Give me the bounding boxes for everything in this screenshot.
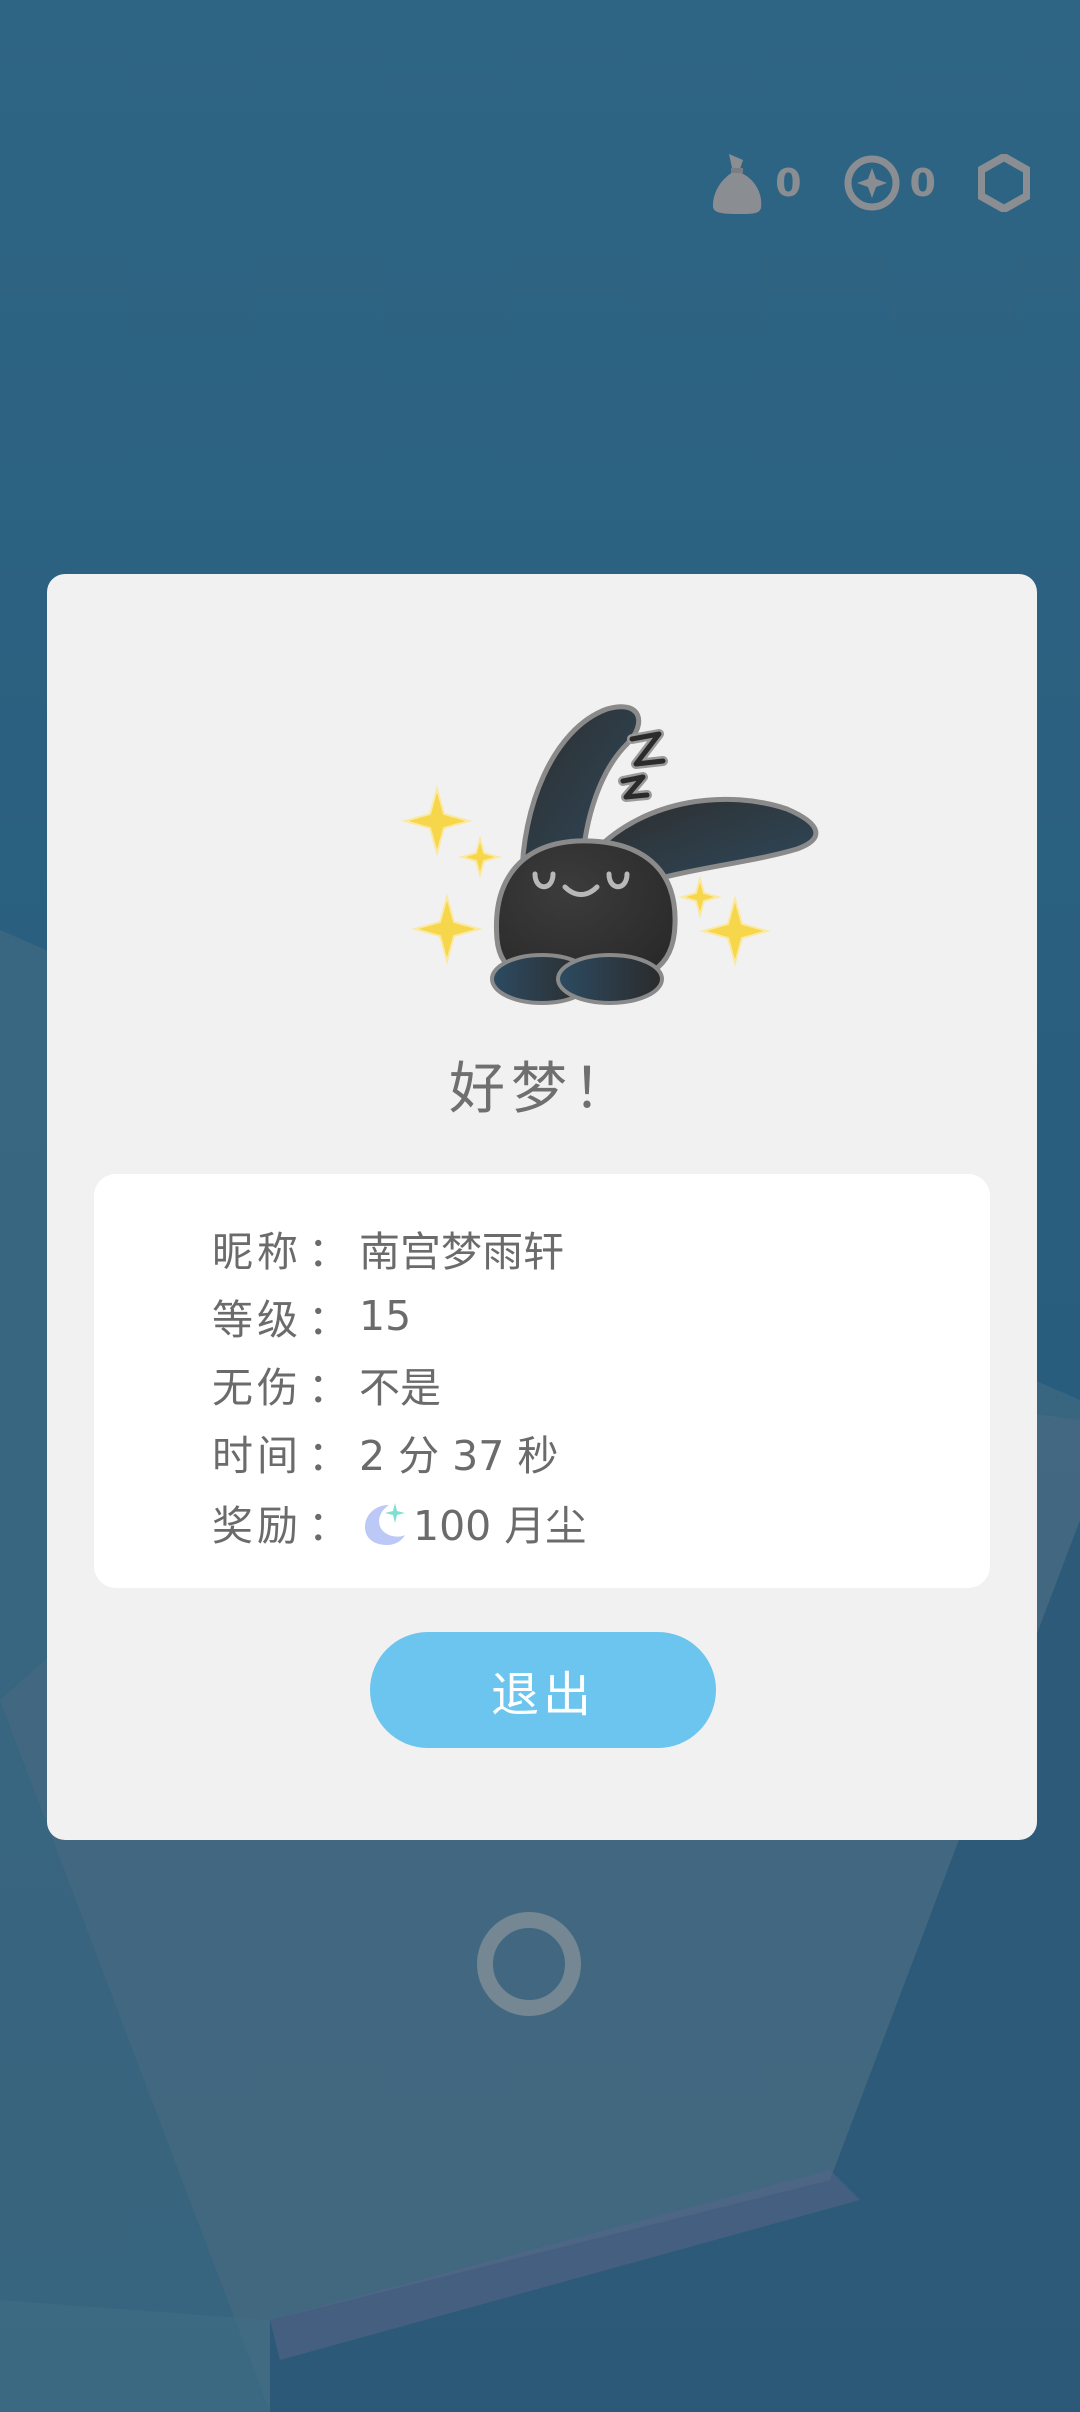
- reward-row: 奖励 ： 100 月尘: [212, 1492, 586, 1552]
- sleep-result-screen: 0 0 好梦！ 昵称 ： 南宫梦雨轩 等级 ： 15 无伤 ： 不是 时间 ： …: [0, 0, 1080, 2412]
- coin-icon: [844, 155, 900, 211]
- time-separator: ：: [308, 1432, 349, 1480]
- level-label: 等级: [212, 1296, 302, 1344]
- coin-count: 0: [909, 161, 936, 205]
- reward-label: 奖励: [212, 1502, 302, 1550]
- bag-icon: [713, 154, 762, 214]
- reward-value: 100 月尘: [413, 1502, 587, 1550]
- no-damage-value: 不是: [359, 1364, 441, 1412]
- nickname-row: 昵称 ： 南宫梦雨轩: [212, 1218, 564, 1278]
- bag-count: 0: [775, 161, 802, 205]
- exit-button[interactable]: 退出: [370, 1632, 716, 1748]
- reward-separator: ：: [308, 1502, 349, 1550]
- top-hud: 0 0: [709, 150, 1030, 216]
- no-damage-label: 无伤: [212, 1364, 302, 1412]
- level-value: 15: [359, 1292, 412, 1340]
- moon-dust-icon: [365, 1503, 405, 1545]
- time-row: 时间 ： 2 分 37 秒: [212, 1422, 558, 1482]
- settings-hexagon-icon: [978, 154, 1030, 212]
- time-label: 时间: [212, 1432, 302, 1480]
- no-damage-separator: ：: [308, 1364, 349, 1412]
- sleeping-bunny-illustration: [401, 704, 819, 1005]
- time-value: 2 分 37 秒: [359, 1432, 559, 1480]
- nickname-separator: ：: [308, 1228, 349, 1276]
- dialog-title: 好梦！: [449, 1057, 635, 1122]
- nickname-value: 南宫梦雨轩: [359, 1228, 564, 1276]
- nickname-label: 昵称: [212, 1228, 302, 1276]
- settings-button[interactable]: [978, 154, 1030, 212]
- bag-counter[interactable]: 0: [709, 150, 802, 216]
- no-damage-row: 无伤 ： 不是: [212, 1354, 441, 1414]
- result-dialog: 好梦！ 昵称 ： 南宫梦雨轩 等级 ： 15 无伤 ： 不是 时间 ： 2 分 …: [47, 574, 1037, 1840]
- center-ring-button[interactable]: [477, 1912, 581, 2016]
- coin-counter[interactable]: 0: [844, 155, 936, 211]
- level-separator: ：: [308, 1296, 349, 1344]
- level-row: 等级 ： 15: [212, 1286, 411, 1346]
- result-info-card: 昵称 ： 南宫梦雨轩 等级 ： 15 无伤 ： 不是 时间 ： 2 分 37 秒…: [94, 1174, 990, 1588]
